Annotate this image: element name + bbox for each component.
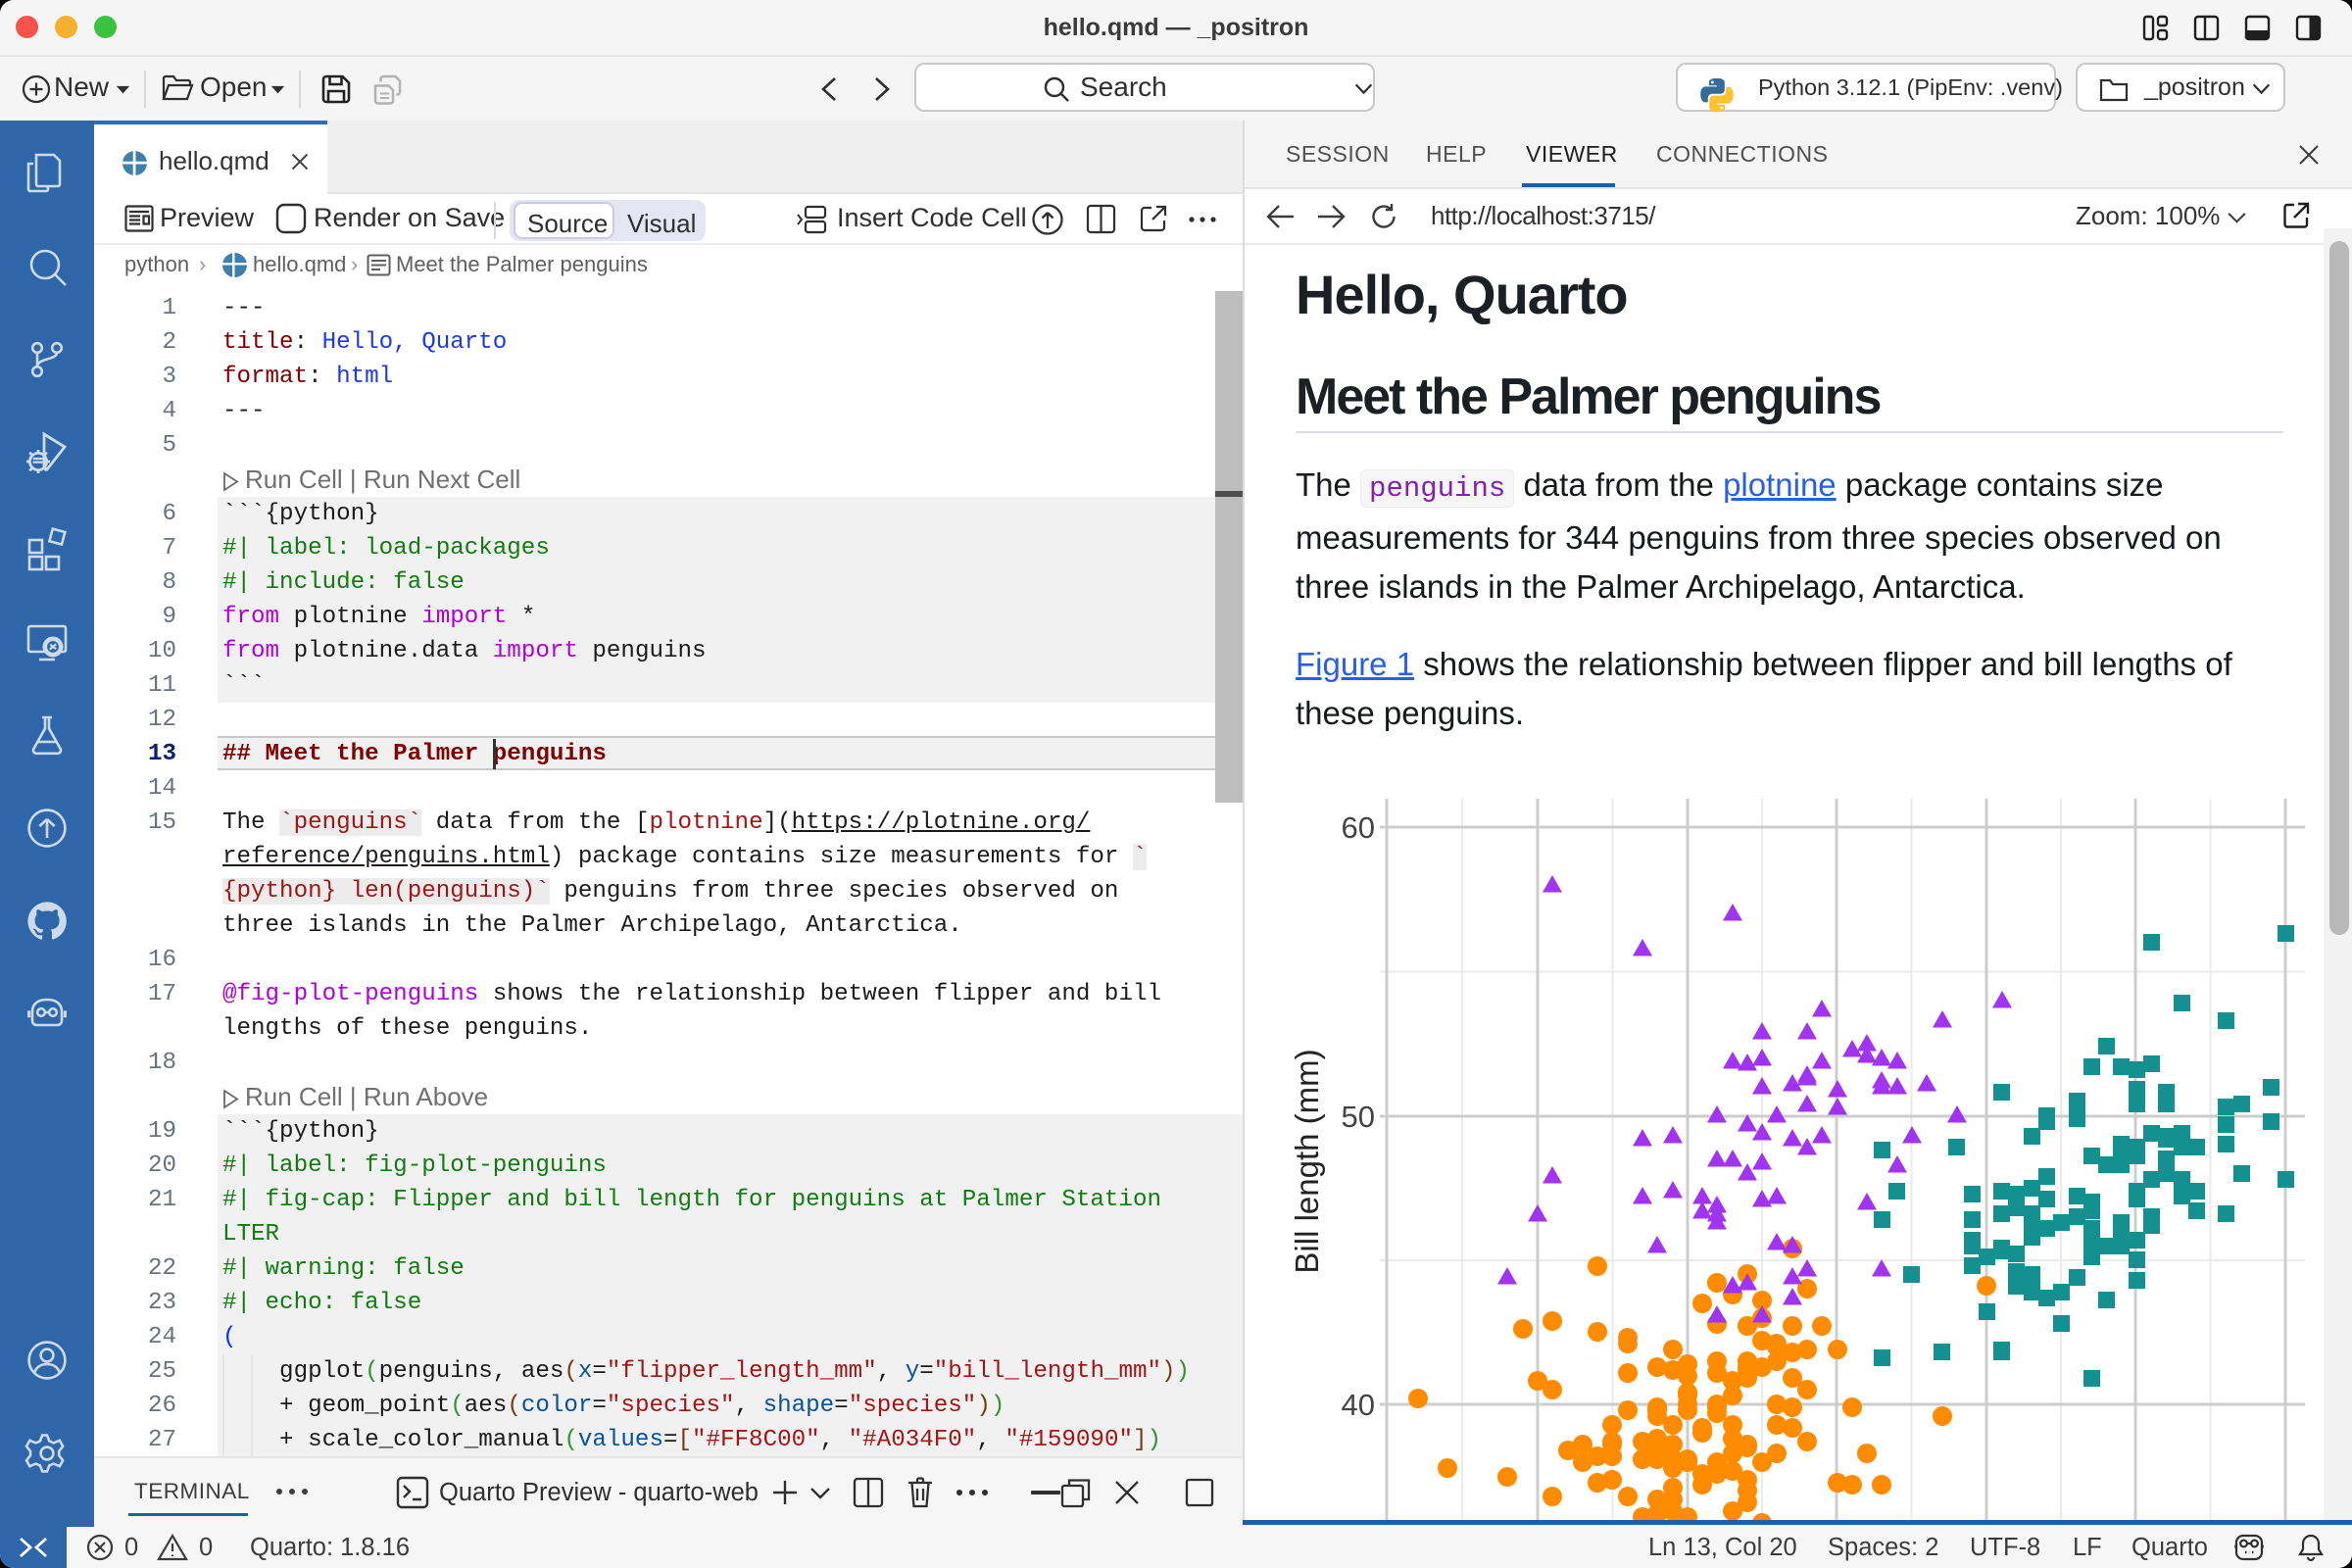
svg-text:Bill length (mm): Bill length (mm) — [1289, 1049, 1325, 1273]
svg-text:60: 60 — [1342, 810, 1375, 845]
svg-text:40: 40 — [1342, 1388, 1375, 1422]
svg-text:50: 50 — [1342, 1100, 1375, 1134]
